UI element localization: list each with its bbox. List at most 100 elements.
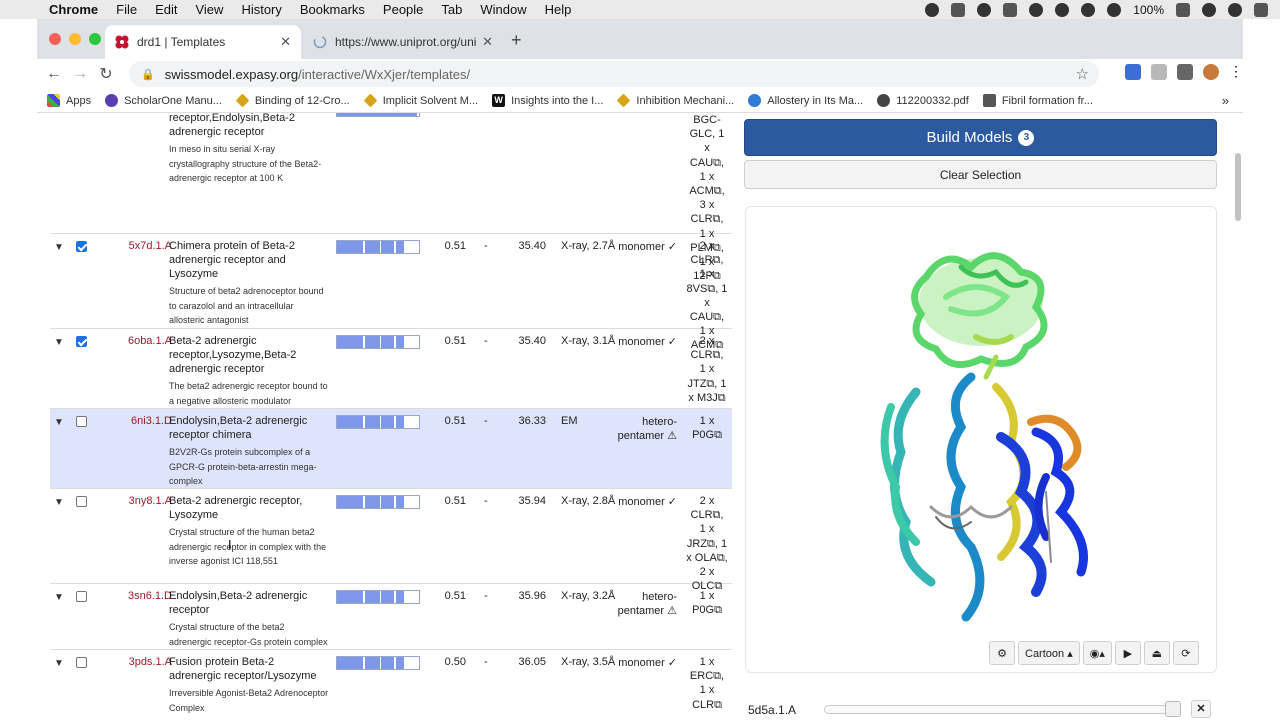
template-id-link[interactable]: 3sn6.1.D (112, 590, 172, 602)
bookmark-item[interactable]: Inhibition Mechani... (617, 93, 734, 108)
template-checkbox[interactable] (76, 591, 87, 602)
template-ligands[interactable]: 2 x CLR⧉, 1 x JRZ⧉, 1 x OLA⧉, 2 x OLC⧉ (686, 494, 728, 593)
puzzle-icon[interactable] (1177, 64, 1193, 80)
close-window-icon[interactable] (49, 33, 61, 45)
tab-drd1-templates[interactable]: drd1 | Templates ✕ (105, 25, 301, 59)
template-subtitle: B2V2R-Gs protein subcomplex of a GPCR-G … (169, 447, 317, 486)
time-machine-icon[interactable] (1029, 2, 1044, 17)
forward-icon[interactable]: → (67, 65, 93, 83)
extension-icon[interactable] (1151, 64, 1167, 80)
chevron-down-icon[interactable]: ▼ (54, 242, 64, 253)
coverage-bar (336, 415, 420, 429)
battery-icon[interactable] (1176, 2, 1190, 17)
record-icon[interactable] (925, 2, 940, 17)
template-ligands[interactable]: 2 x CLR⧉, 1 x JTZ⧉, 1 x M3J⧉ (686, 334, 728, 405)
battery-percent[interactable]: 100% (1133, 3, 1164, 17)
more-menu-icon[interactable]: ⋮ (1229, 64, 1243, 80)
wifi-icon[interactable] (1081, 2, 1096, 17)
menu-view[interactable]: View (186, 2, 232, 17)
opacity-slider[interactable] (824, 705, 1180, 714)
menu-app-name[interactable]: Chrome (40, 2, 107, 17)
chevron-down-icon[interactable]: ▼ (54, 417, 64, 428)
profile-avatar[interactable] (1203, 64, 1219, 80)
template-checkbox[interactable] (76, 496, 87, 507)
play-icon[interactable]: ▶ (1114, 641, 1141, 665)
menu-people[interactable]: People (374, 2, 432, 17)
eject-icon[interactable]: ⏏ (1143, 641, 1170, 665)
zoom-window-icon[interactable] (89, 33, 101, 45)
menu-help[interactable]: Help (536, 2, 581, 17)
chevron-down-icon[interactable]: ▼ (54, 658, 64, 669)
clear-selection-button[interactable]: Clear Selection (744, 160, 1217, 189)
menu-bookmarks[interactable]: Bookmarks (291, 2, 374, 17)
seq-similarity: 0.51 (444, 590, 466, 602)
bookmark-item[interactable]: Implicit Solvent M... (363, 93, 478, 108)
close-tab-icon[interactable]: ✕ (482, 34, 493, 50)
chevron-down-icon[interactable]: ▼ (54, 497, 64, 508)
menu-window[interactable]: Window (471, 2, 535, 17)
shield-icon[interactable] (1003, 2, 1018, 17)
menu-history[interactable]: History (232, 2, 290, 17)
coverage-value: - (484, 240, 488, 252)
seq-similarity: 0.51 (444, 240, 466, 252)
menu-tab[interactable]: Tab (432, 2, 471, 17)
bookmark-apps[interactable]: Apps (47, 94, 91, 107)
template-ligands[interactable]: 1 x ERC⧉, 1 x CLR⧉ (686, 655, 728, 712)
representation-dropdown[interactable]: Cartoon ▴ (1018, 641, 1080, 665)
loading-favicon-icon (313, 35, 327, 49)
method-resolution: X-ray, 2.8Å (561, 495, 616, 507)
bookmark-star-icon[interactable]: ☆ (1076, 65, 1089, 83)
lock-icon[interactable]: 🔒 (141, 68, 155, 81)
camera-icon[interactable]: ◉▴ (1082, 641, 1112, 665)
bookmark-label: Allostery in Its Ma... (767, 94, 864, 107)
bookmark-item[interactable]: W Insights into the I... (492, 94, 603, 107)
bookmark-item[interactable]: Allostery in Its Ma... (748, 94, 863, 107)
build-models-button[interactable]: Build Models 3 (744, 119, 1217, 156)
settings-gear-icon[interactable]: ⚙ (989, 641, 1015, 665)
menu-file[interactable]: File (107, 2, 146, 17)
bookmarks-overflow-icon[interactable]: » (1222, 93, 1229, 108)
tab-uniprot[interactable]: https://www.uniprot.org/uniprot ✕ (303, 25, 503, 59)
close-tab-icon[interactable]: ✕ (280, 34, 291, 50)
template-id-link[interactable]: 3ny8.1.A (112, 495, 172, 507)
remove-model-icon[interactable]: ✕ (1191, 700, 1211, 718)
search-icon[interactable] (1202, 2, 1216, 17)
template-checkbox[interactable] (76, 416, 87, 427)
template-id-link[interactable]: 6ni3.1.D (112, 415, 172, 427)
address-bar[interactable]: 🔒 swissmodel.expasy.org/interactive/WxXj… (129, 61, 1099, 87)
reset-icon[interactable]: ⟳ (1172, 641, 1199, 665)
slider-handle[interactable] (1165, 701, 1181, 717)
volume-icon[interactable] (1107, 2, 1122, 17)
chevron-down-icon[interactable]: ▼ (54, 337, 64, 348)
page-scrollbar[interactable] (1235, 153, 1241, 221)
chevron-down-icon[interactable]: ▼ (54, 592, 64, 603)
structure-viewer[interactable] (745, 206, 1217, 673)
back-icon[interactable]: ← (41, 65, 67, 83)
minimize-window-icon[interactable] (69, 33, 81, 45)
template-ligands[interactable]: 1 x P0G⧉ (686, 414, 728, 442)
journal-icon (363, 93, 378, 108)
extension-icon[interactable] (1125, 64, 1141, 80)
bookmark-item[interactable]: Binding of 12-Cro... (235, 93, 350, 108)
bookmark-item[interactable]: ScholarOne Manu... (105, 94, 222, 107)
bluetooth-icon[interactable] (1055, 2, 1070, 17)
reload-icon[interactable]: ↻ (93, 64, 119, 84)
template-checkbox[interactable] (76, 241, 87, 252)
bookmark-item[interactable]: 112200332.pdf (877, 94, 969, 107)
template-id-link[interactable]: 3pds.1.A (112, 656, 172, 668)
coverage-bar (336, 113, 420, 117)
menu-edit[interactable]: Edit (146, 2, 186, 17)
bookmark-label: Insights into the I... (511, 94, 604, 107)
bookmark-item[interactable]: Fibril formation fr... (982, 94, 1093, 107)
cloud-icon[interactable] (977, 2, 992, 17)
table-row: ▼ 6ni3.1.D Endolysin,Beta-2 adrenergic r… (50, 409, 732, 489)
siri-icon[interactable] (1228, 2, 1242, 17)
new-tab-icon[interactable]: + (511, 30, 522, 51)
template-ligands[interactable]: 1 x P0G⧉ (686, 589, 728, 617)
template-id-link[interactable]: 5x7d.1.A (112, 240, 172, 252)
template-id-link[interactable]: 6oba.1.A (112, 335, 172, 347)
control-center-icon[interactable] (1254, 2, 1268, 17)
extension-status-icon[interactable] (951, 2, 966, 17)
template-checkbox[interactable] (76, 336, 87, 347)
template-checkbox[interactable] (76, 657, 87, 668)
